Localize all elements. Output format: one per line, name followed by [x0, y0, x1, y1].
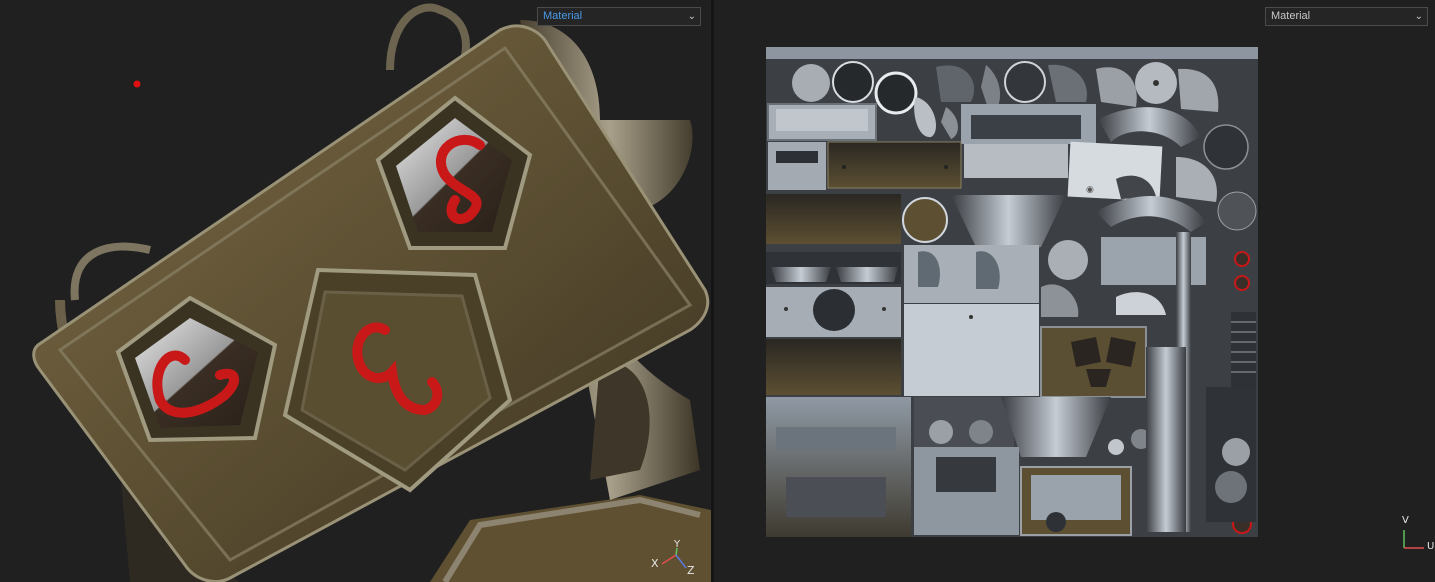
viewport-uv[interactable]: ◉ V U Material ⌄	[714, 0, 1435, 582]
axis-y-label: Y	[674, 539, 681, 550]
axis-u-label: U	[1427, 541, 1435, 552]
svg-text:◉: ◉	[1086, 185, 1094, 195]
material-dropdown-uv[interactable]: Material ⌄	[1265, 7, 1428, 26]
material-dropdown-3d-value: Material	[543, 10, 583, 22]
axis-gizmo-uv	[1403, 530, 1424, 549]
chevron-down-icon: ⌄	[1414, 11, 1423, 22]
viewport-3d[interactable]: S C W X Y Z Material ⌄	[0, 0, 711, 582]
uv-texture-layout[interactable]: ◉	[714, 0, 1435, 582]
axis-z-label: Z	[687, 564, 695, 577]
chevron-down-icon: ⌄	[687, 11, 696, 22]
axis-x-label: X	[651, 557, 659, 570]
material-dropdown-uv-value: Material	[1271, 10, 1311, 22]
axis-v-label: V	[1402, 515, 1409, 526]
model-render[interactable]: S C W	[0, 0, 711, 582]
material-dropdown-3d[interactable]: Material ⌄	[537, 7, 701, 26]
pivot-marker	[133, 80, 141, 88]
